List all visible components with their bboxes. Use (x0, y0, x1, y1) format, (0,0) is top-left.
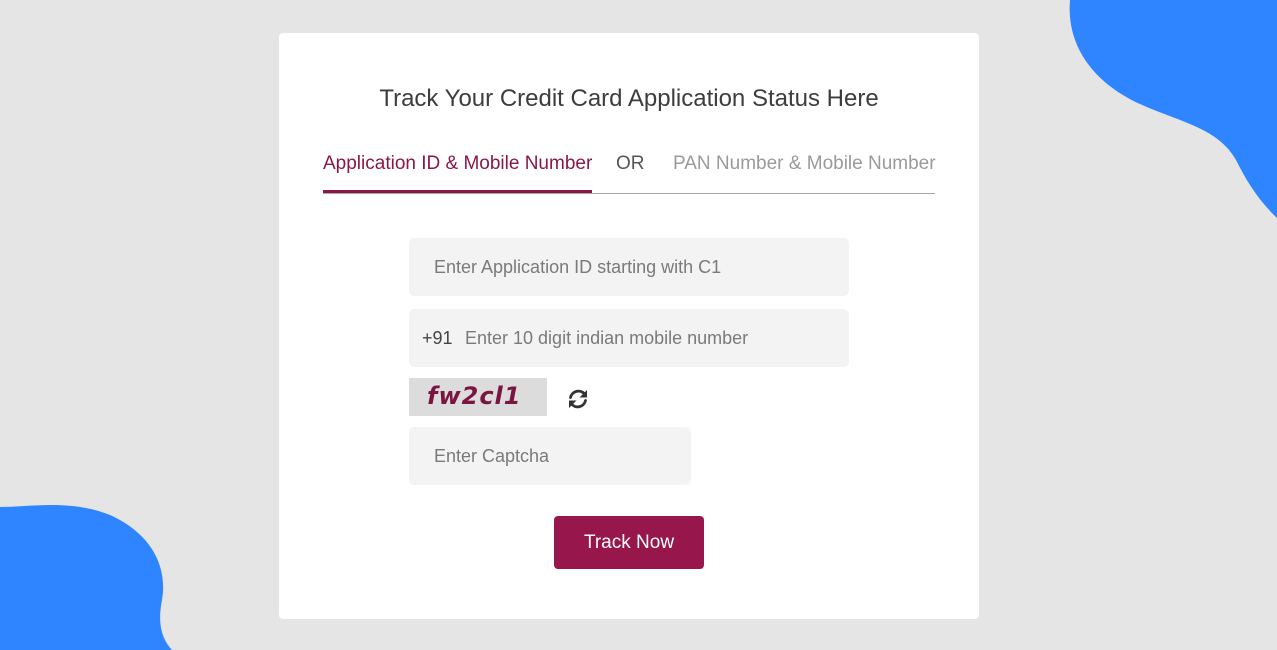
track-now-button[interactable]: Track Now (554, 516, 704, 569)
tab-application-id-mobile[interactable]: Application ID & Mobile Number (323, 153, 592, 183)
mobile-number-input[interactable] (409, 309, 849, 367)
captcha-field (409, 427, 691, 485)
country-code-prefix: +91 (422, 328, 453, 348)
refresh-icon[interactable] (566, 387, 590, 411)
track-status-card: Track Your Credit Card Application Statu… (279, 33, 979, 619)
application-id-input[interactable] (409, 238, 849, 296)
mobile-number-field: +91 (409, 309, 849, 367)
captcha-image: fw2cl1 (409, 378, 547, 416)
tab-pan-mobile[interactable]: PAN Number & Mobile Number (673, 153, 936, 175)
captcha-input[interactable] (409, 427, 691, 485)
tab-separator-or: OR (616, 153, 645, 174)
page-title: Track Your Credit Card Application Statu… (379, 85, 879, 112)
captcha-text: fw2cl1 (427, 382, 522, 410)
application-id-field (409, 238, 849, 296)
decorative-blob-top-right (1069, 0, 1277, 218)
active-tab-indicator (323, 190, 592, 193)
decorative-blob-bottom-left (0, 505, 172, 650)
search-mode-tabs: Application ID & Mobile Number OR PAN Nu… (323, 151, 936, 194)
